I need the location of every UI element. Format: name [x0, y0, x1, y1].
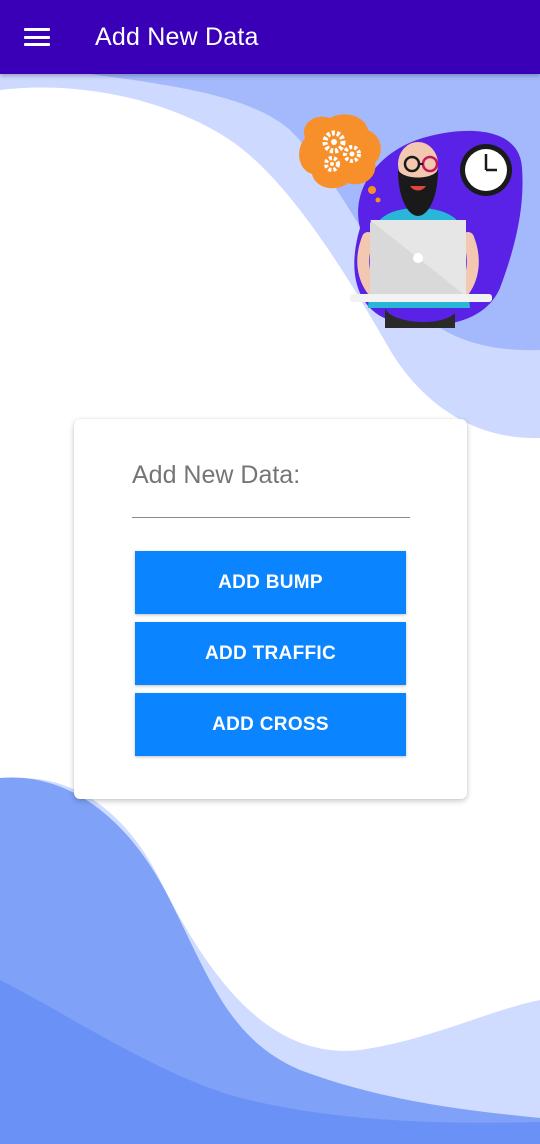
developer-illustration: [299, 114, 523, 328]
clock-icon: [460, 144, 512, 196]
add-bump-button[interactable]: ADD BUMP: [135, 551, 406, 614]
add-traffic-button[interactable]: ADD TRAFFIC: [135, 622, 406, 685]
page-title: Add New Data: [95, 22, 259, 51]
app-bar: Add New Data: [0, 0, 540, 74]
add-cross-button[interactable]: ADD CROSS: [135, 693, 406, 756]
add-data-card: Add New Data: ADD BUMP ADD TRAFFIC ADD C…: [74, 419, 467, 799]
add-new-data-input[interactable]: Add New Data:: [132, 459, 410, 518]
hamburger-menu-icon: [24, 28, 50, 46]
input-placeholder: Add New Data:: [132, 461, 301, 489]
menu-button[interactable]: [0, 0, 74, 74]
gears-icon: [299, 114, 381, 203]
